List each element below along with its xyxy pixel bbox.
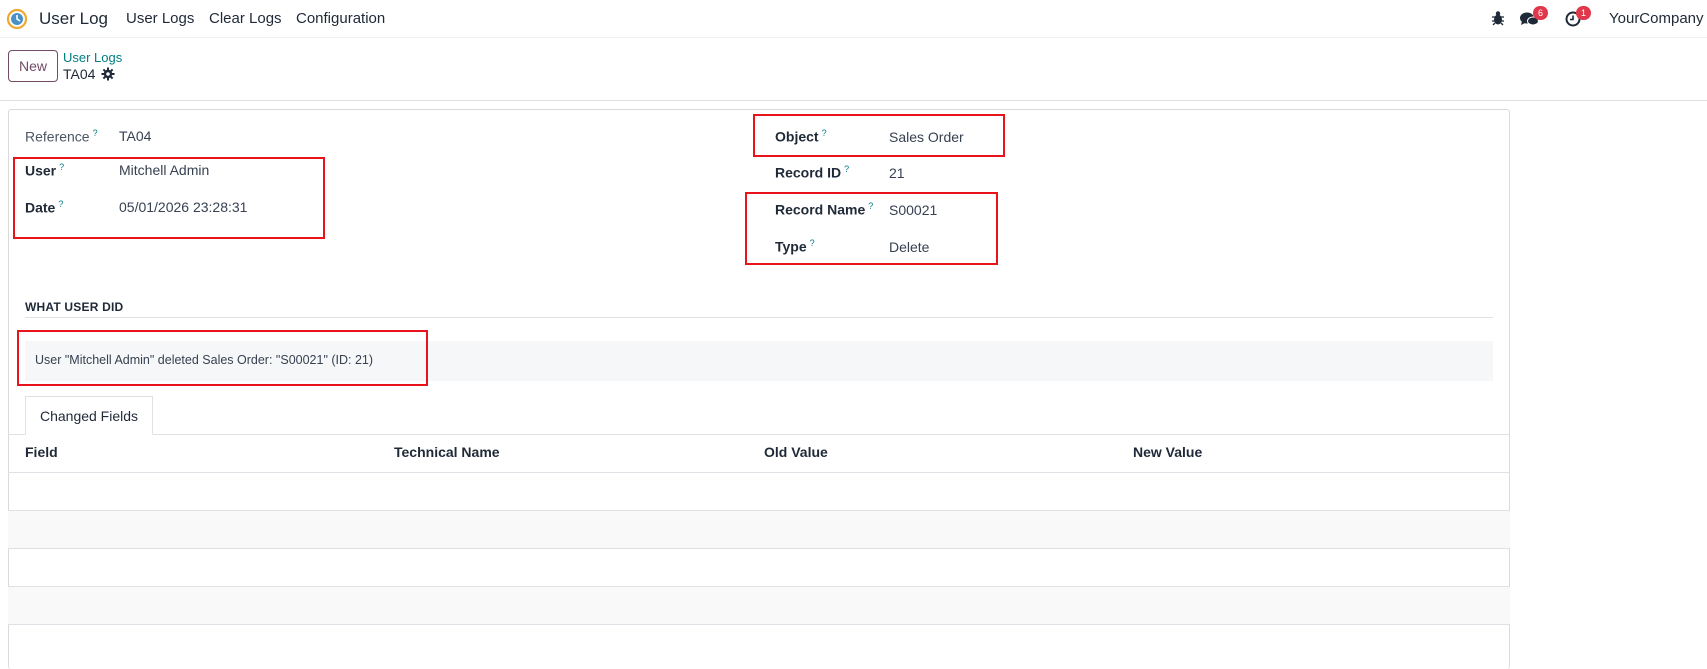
- tabs-divider: [8, 434, 1510, 435]
- table-row: [8, 472, 1510, 510]
- column-header-field[interactable]: Field: [25, 444, 58, 460]
- table-row: [8, 510, 1510, 548]
- breadcrumb-user-logs[interactable]: User Logs: [63, 50, 122, 65]
- top-navbar: User Log User Logs Clear Logs Configurat…: [0, 0, 1707, 38]
- messages-badge: 6: [1533, 6, 1548, 20]
- menu-clear-logs[interactable]: Clear Logs: [209, 10, 282, 27]
- highlight-box-user-date: [13, 157, 325, 239]
- table-row: [8, 548, 1510, 586]
- column-header-old-value[interactable]: Old Value: [764, 444, 828, 460]
- reference-value: TA04: [119, 128, 152, 144]
- help-icon[interactable]: ?: [844, 164, 849, 174]
- reference-label: Reference?: [25, 128, 98, 145]
- highlight-box-description: [17, 330, 428, 386]
- new-button[interactable]: New: [8, 50, 58, 82]
- gear-icon[interactable]: [101, 67, 115, 81]
- column-header-technical-name[interactable]: Technical Name: [394, 444, 500, 460]
- highlight-box-object: [753, 114, 1005, 157]
- table-row: [8, 586, 1510, 624]
- section-title: WHAT USER DID: [25, 300, 124, 314]
- app-logo-icon[interactable]: [6, 8, 28, 30]
- menu-configuration[interactable]: Configuration: [296, 10, 385, 27]
- section-divider: [25, 317, 1493, 318]
- app-name[interactable]: User Log: [39, 9, 108, 29]
- debug-bug-icon[interactable]: [1491, 10, 1505, 26]
- column-header-new-value[interactable]: New Value: [1133, 444, 1202, 460]
- record-id-value: 21: [889, 165, 905, 181]
- tab-changed-fields[interactable]: Changed Fields: [25, 396, 153, 435]
- company-switcher[interactable]: YourCompany: [1609, 10, 1704, 27]
- highlight-box-record-type: [745, 192, 998, 265]
- breadcrumb-current-record: TA04: [63, 66, 96, 82]
- activities-badge: 1: [1576, 6, 1591, 20]
- help-icon[interactable]: ?: [93, 128, 98, 138]
- table-row: [8, 624, 1510, 662]
- menu-user-logs[interactable]: User Logs: [126, 10, 194, 27]
- control-panel-divider: [0, 100, 1707, 101]
- record-id-label: Record ID?: [775, 164, 850, 181]
